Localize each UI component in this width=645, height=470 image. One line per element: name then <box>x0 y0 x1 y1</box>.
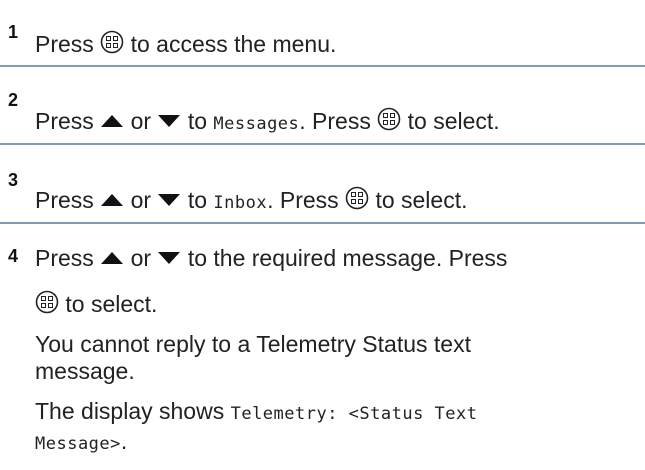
step-4-display-text-cont: Message>. <box>35 428 128 454</box>
menu-ok-button-icon <box>35 290 59 314</box>
step-4-instruction: Press or to the required message. Press <box>35 245 508 271</box>
step-number: 2 <box>8 90 19 110</box>
display-code: Message> <box>35 434 121 454</box>
menu-item-code: Messages <box>213 114 300 134</box>
down-arrow-icon <box>157 251 181 265</box>
menu-item-code: Inbox <box>213 193 268 213</box>
step-separator <box>0 143 645 145</box>
step-3-instruction: Press or to Inbox. Press to select. <box>35 186 468 213</box>
up-arrow-icon <box>100 193 124 207</box>
step-separator <box>0 222 645 224</box>
step-number: 3 <box>8 170 19 190</box>
step-2-instruction: Press or to Messages. Press to select. <box>35 107 500 134</box>
display-code: Telemetry: <Status Text <box>230 404 478 424</box>
menu-ok-button-icon <box>345 186 369 210</box>
step-4-display-text: The display shows Telemetry: <Status Tex… <box>35 398 478 424</box>
step-number: 4 <box>8 246 19 266</box>
menu-ok-button-icon <box>377 107 401 131</box>
step-4-select: to select. <box>35 290 157 318</box>
step-1-instruction: Press to access the menu. <box>35 30 337 57</box>
step-separator <box>0 65 645 67</box>
up-arrow-icon <box>100 251 124 265</box>
down-arrow-icon <box>157 114 181 128</box>
menu-ok-button-icon <box>100 30 124 54</box>
down-arrow-icon <box>157 193 181 207</box>
up-arrow-icon <box>100 114 124 128</box>
step-4-note: You cannot reply to a Telemetry Status t… <box>35 331 471 384</box>
step-number: 1 <box>8 22 19 42</box>
